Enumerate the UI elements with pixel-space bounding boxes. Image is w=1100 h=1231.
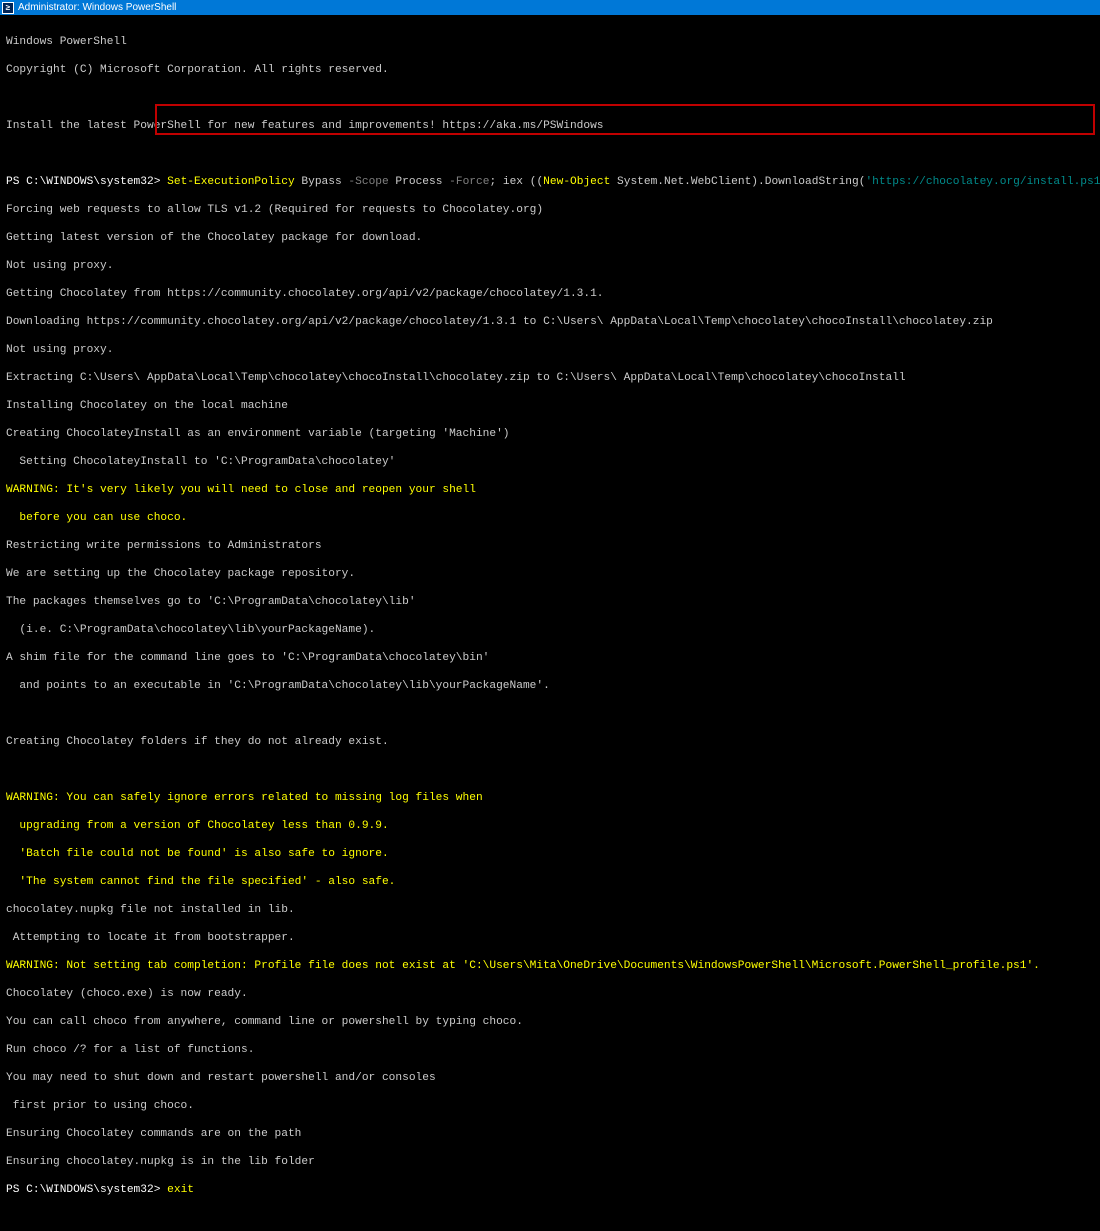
output-line: Creating ChocolateyInstall as an environ… <box>6 427 1094 441</box>
title-bar[interactable]: ≥ Administrator: Windows PowerShell <box>0 0 1100 15</box>
output-line: Forcing web requests to allow TLS v1.2 (… <box>6 203 1094 217</box>
output-line: Not using proxy. <box>6 343 1094 357</box>
arg: Bypass <box>295 176 349 188</box>
warning-line: upgrading from a version of Chocolatey l… <box>6 819 1094 833</box>
command-line: PS C:\WINDOWS\system32> Set-ExecutionPol… <box>6 175 1094 189</box>
prompt: PS C:\WINDOWS\system32> <box>6 1184 167 1196</box>
output-line: Downloading https://community.chocolatey… <box>6 315 1094 329</box>
url-string: 'https://chocolatey.org/install.ps1' <box>865 176 1100 188</box>
output-line: and points to an executable in 'C:\Progr… <box>6 679 1094 693</box>
arg: System.Net.WebClient). <box>610 176 764 188</box>
output-line: Setting ChocolateyInstall to 'C:\Program… <box>6 455 1094 469</box>
output-line: Installing Chocolatey on the local machi… <box>6 399 1094 413</box>
method: DownloadString <box>765 176 859 188</box>
cmdlet: Set-ExecutionPolicy <box>167 176 295 188</box>
output-line: Windows PowerShell <box>6 35 1094 49</box>
output-line <box>6 91 1094 105</box>
prompt: PS C:\WINDOWS\system32> <box>6 176 167 188</box>
output-line: The packages themselves go to 'C:\Progra… <box>6 595 1094 609</box>
warning-line: 'Batch file could not be found' is also … <box>6 847 1094 861</box>
output-line: first prior to using choco. <box>6 1099 1094 1113</box>
powershell-icon: ≥ <box>2 2 14 14</box>
output-line: Ensuring Chocolatey commands are on the … <box>6 1127 1094 1141</box>
output-line <box>6 147 1094 161</box>
output-line: chocolatey.nupkg file not installed in l… <box>6 903 1094 917</box>
output-line <box>6 763 1094 777</box>
exit-command: exit <box>167 1184 194 1196</box>
warning-line: WARNING: You can safely ignore errors re… <box>6 791 1094 805</box>
output-line: Install the latest PowerShell for new fe… <box>6 119 1094 133</box>
warning-line: before you can use choco. <box>6 511 1094 525</box>
output-line: Copyright (C) Microsoft Corporation. All… <box>6 63 1094 77</box>
output-line: We are setting up the Chocolatey package… <box>6 567 1094 581</box>
output-line: A shim file for the command line goes to… <box>6 651 1094 665</box>
output-line: Extracting C:\Users\ AppData\Local\Temp\… <box>6 371 1094 385</box>
output-line: Creating Chocolatey folders if they do n… <box>6 735 1094 749</box>
output-line: Ensuring chocolatey.nupkg is in the lib … <box>6 1155 1094 1169</box>
output-line: Attempting to locate it from bootstrappe… <box>6 931 1094 945</box>
warning-line: 'The system cannot find the file specifi… <box>6 875 1094 889</box>
warning-line: WARNING: It's very likely you will need … <box>6 483 1094 497</box>
output-line: Not using proxy. <box>6 259 1094 273</box>
warning-line: WARNING: Not setting tab completion: Pro… <box>6 959 1094 973</box>
output-line: Chocolatey (choco.exe) is now ready. <box>6 987 1094 1001</box>
output-line: Run choco /? for a list of functions. <box>6 1043 1094 1057</box>
output-line: You can call choco from anywhere, comman… <box>6 1015 1094 1029</box>
flag: -Scope <box>348 176 388 188</box>
output-line <box>6 707 1094 721</box>
output-line: Restricting write permissions to Adminis… <box>6 539 1094 553</box>
output-line: You may need to shut down and restart po… <box>6 1071 1094 1085</box>
arg: ; iex (( <box>489 176 543 188</box>
command-line: PS C:\WINDOWS\system32> exit <box>6 1183 1094 1197</box>
window-title: Administrator: Windows PowerShell <box>18 2 176 13</box>
terminal-output[interactable]: Windows PowerShell Copyright (C) Microso… <box>0 15 1100 1231</box>
output-line: (i.e. C:\ProgramData\chocolatey\lib\your… <box>6 623 1094 637</box>
cmdlet: New-Object <box>543 176 610 188</box>
flag: -Force <box>449 176 489 188</box>
output-line: Getting latest version of the Chocolatey… <box>6 231 1094 245</box>
output-line: Getting Chocolatey from https://communit… <box>6 287 1094 301</box>
arg: Process <box>389 176 449 188</box>
